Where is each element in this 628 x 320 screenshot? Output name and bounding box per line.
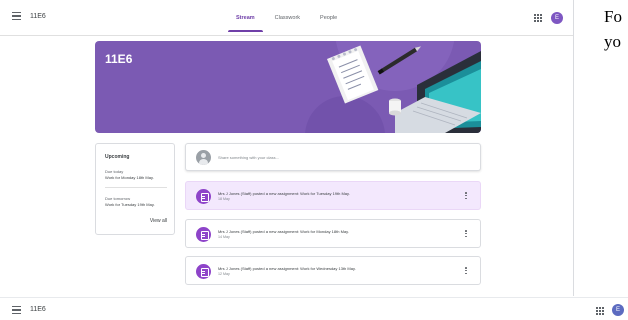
frame-divider bbox=[573, 0, 574, 296]
tab-stream[interactable]: Stream bbox=[226, 0, 265, 36]
banner-class-title: 11E6 bbox=[105, 52, 133, 66]
stream-post[interactable]: Mrs J Jones (Staff) posted a new assignm… bbox=[185, 219, 481, 248]
tab-people[interactable]: People bbox=[310, 0, 347, 36]
upcoming-due-label: Due today bbox=[105, 169, 124, 174]
class-title: 11E6 bbox=[30, 13, 46, 20]
banner-illustration bbox=[305, 41, 481, 133]
post-date: 14 May bbox=[218, 235, 230, 239]
bottom-top-bar: 11E6 E bbox=[0, 297, 628, 320]
side-text-line: Fo bbox=[604, 7, 622, 26]
post-date: 12 May bbox=[218, 272, 230, 276]
more-vert-icon[interactable] bbox=[465, 267, 467, 275]
apps-grid-icon[interactable] bbox=[596, 307, 604, 315]
view-all-link[interactable]: View all bbox=[150, 218, 167, 224]
account-avatar[interactable]: E bbox=[551, 12, 563, 24]
account-avatar[interactable]: E bbox=[612, 304, 624, 316]
menu-icon[interactable] bbox=[12, 12, 21, 20]
tab-classwork[interactable]: Classwork bbox=[265, 0, 310, 36]
classroom-window: 11E6 Stream Classwork People E 11E6 Upco… bbox=[0, 0, 574, 296]
assignment-icon bbox=[196, 227, 211, 242]
menu-icon[interactable] bbox=[12, 306, 21, 314]
top-bar: 11E6 Stream Classwork People E bbox=[0, 0, 574, 36]
stream-post[interactable]: Mrs J Jones (Staff) posted a new assignm… bbox=[185, 256, 481, 285]
more-vert-icon[interactable] bbox=[465, 230, 467, 238]
apps-grid-icon[interactable] bbox=[534, 14, 542, 22]
tab-bar: Stream Classwork People bbox=[226, 0, 347, 36]
post-title: Mrs J Jones (Staff) posted a new assignm… bbox=[218, 266, 356, 271]
more-vert-icon[interactable] bbox=[465, 192, 467, 200]
side-text-line: yo bbox=[604, 32, 621, 51]
class-banner: 11E6 bbox=[95, 41, 481, 133]
share-box[interactable]: Share something with your class... bbox=[185, 143, 481, 171]
user-avatar-icon bbox=[196, 150, 211, 165]
upcoming-title: Upcoming bbox=[105, 154, 130, 160]
class-title: 11E6 bbox=[30, 306, 46, 313]
stream-post[interactable]: Mrs J Jones (Staff) posted a new assignm… bbox=[185, 181, 481, 210]
upcoming-card: Upcoming Due today Work for Monday 18th … bbox=[95, 143, 175, 235]
post-date: 18 May bbox=[218, 197, 230, 201]
post-title: Mrs J Jones (Staff) posted a new assignm… bbox=[218, 191, 350, 196]
assignment-icon bbox=[196, 264, 211, 279]
upcoming-divider bbox=[105, 187, 167, 188]
post-title: Mrs J Jones (Staff) posted a new assignm… bbox=[218, 229, 349, 234]
share-placeholder: Share something with your class... bbox=[218, 155, 279, 160]
cropped-side-text: Fo yo bbox=[604, 4, 622, 54]
upcoming-work-link[interactable]: Work for Tuesday 19th May. bbox=[105, 202, 155, 207]
assignment-icon bbox=[196, 189, 211, 204]
upcoming-work-link[interactable]: Work for Monday 18th May. bbox=[105, 175, 154, 180]
upcoming-due-label: Due tomorrow bbox=[105, 196, 131, 201]
